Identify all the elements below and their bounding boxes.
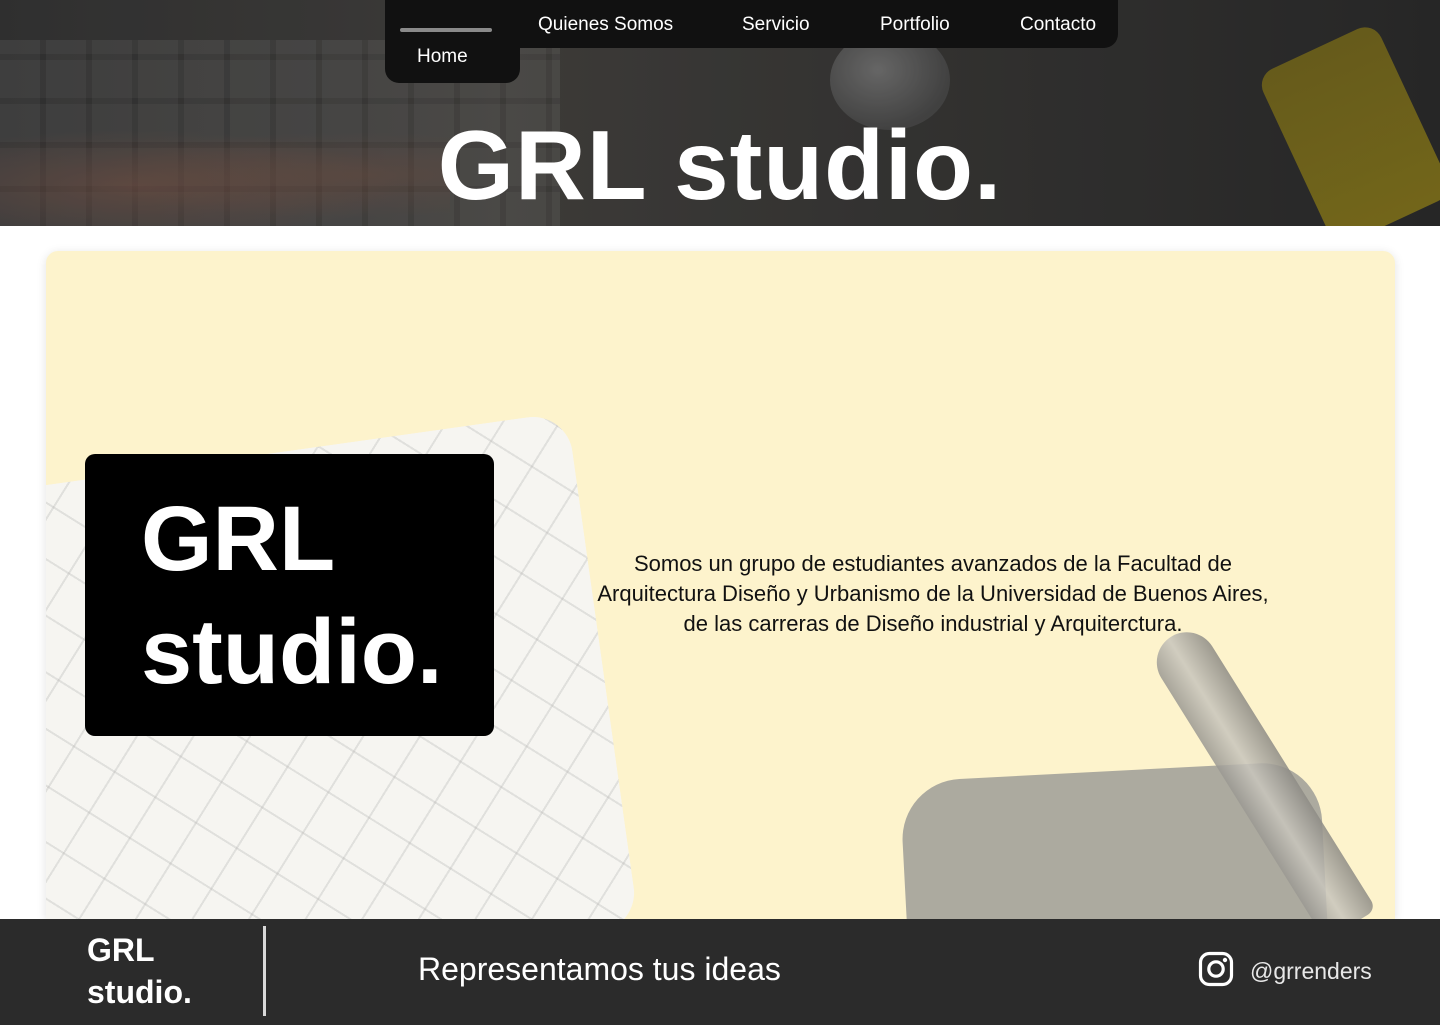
footer-tagline: Representamos tus ideas	[418, 951, 781, 987]
description-line-2: Arquitectura Diseño y Urbanismo de la Un…	[597, 581, 1269, 606]
nav-item-home[interactable]: Home	[417, 45, 468, 69]
description-line-1: Somos un grupo de estudiantes avanzados …	[633, 551, 1233, 576]
footer-divider	[263, 926, 266, 1016]
instagram-link[interactable]: @grrenders	[1198, 951, 1372, 992]
instagram-icon	[1198, 951, 1234, 992]
hero-title: GRL studio.	[437, 110, 1003, 220]
logo-line-1: GRL	[141, 488, 336, 590]
logo-line-2: studio.	[141, 601, 443, 703]
active-tab-indicator	[400, 28, 492, 32]
footer-logo-line-2: studio.	[87, 974, 192, 1010]
nav-item-servicio[interactable]: Servicio	[742, 13, 810, 37]
studio-logo: GRL studio.	[85, 454, 494, 736]
nav-home-tab	[385, 0, 520, 83]
footer-logo-line-1: GRL	[87, 932, 155, 968]
about-description: Somos un grupo de estudiantes avanzados …	[556, 549, 1310, 639]
nav-item-quienes-somos[interactable]: Quienes Somos	[538, 13, 673, 37]
instagram-handle: @grrenders	[1250, 958, 1372, 984]
description-line-3: de las carreras de Diseño industrial y A…	[683, 611, 1183, 636]
nav-item-portfolio[interactable]: Portfolio	[880, 13, 950, 37]
about-card: GRL studio. Somos un grupo de estudiante…	[46, 251, 1395, 919]
nav-item-contacto[interactable]: Contacto	[1020, 13, 1096, 37]
footer: GRL studio. Representamos tus ideas @grr…	[0, 919, 1440, 1025]
footer-logo: GRL studio.	[87, 929, 192, 1013]
